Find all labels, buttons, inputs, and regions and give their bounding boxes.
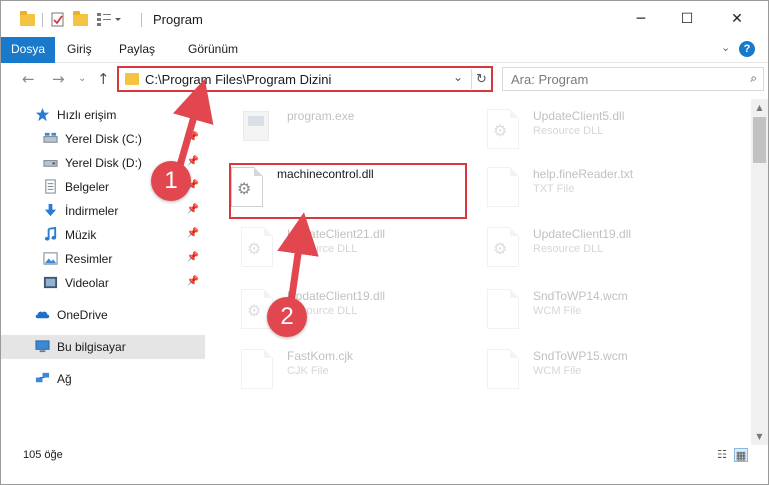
arrow-to-address-bar bbox=[173, 78, 214, 173]
arrow-to-file bbox=[277, 212, 319, 307]
step-2-badge: 2 bbox=[267, 297, 307, 337]
annotation-arrows bbox=[173, 78, 319, 307]
step-1-badge: 1 bbox=[151, 161, 191, 201]
file-explorer-window: Program ─ ☐ ✕ Dosya Giriş Paylaş Görünüm… bbox=[0, 0, 769, 485]
